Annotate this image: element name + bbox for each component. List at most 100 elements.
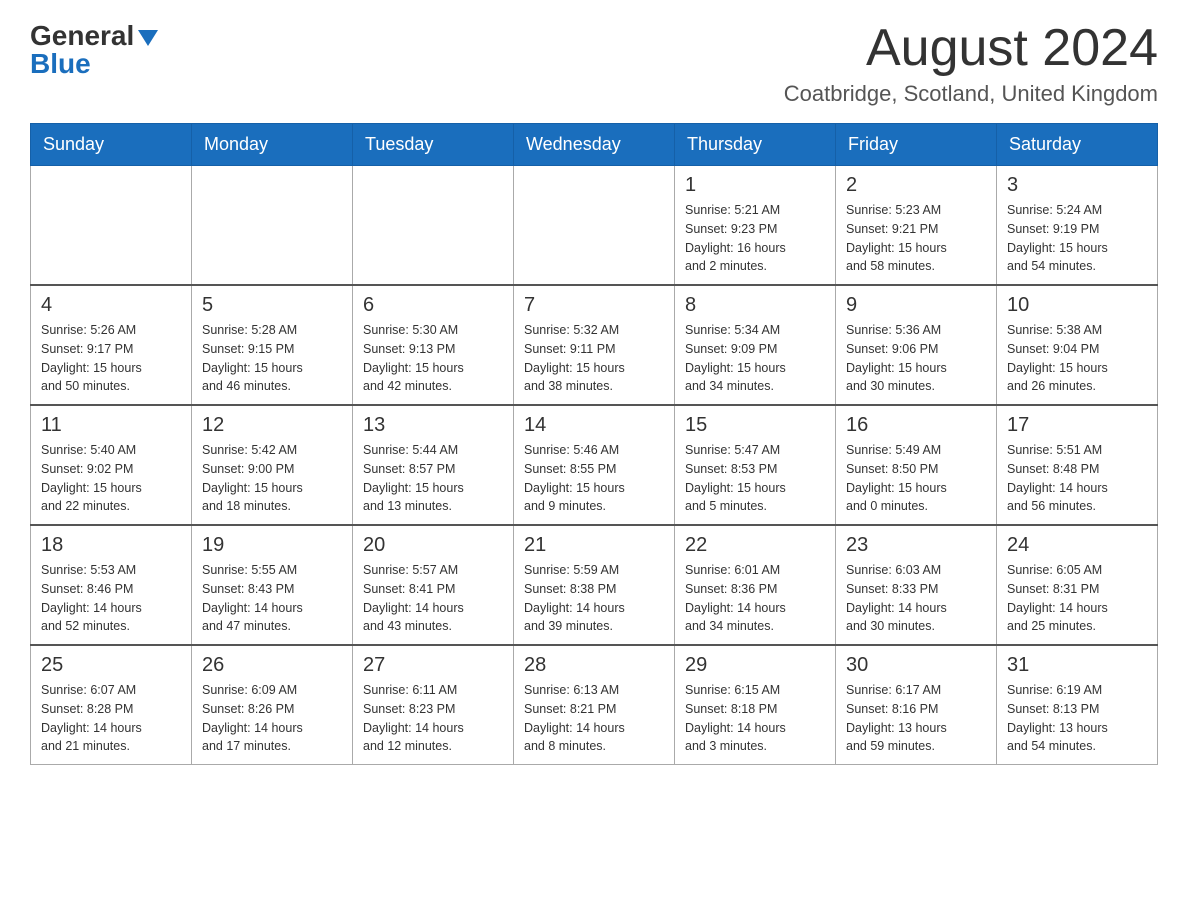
weekday-header-row: SundayMondayTuesdayWednesdayThursdayFrid… [31, 124, 1158, 166]
day-number: 20 [363, 534, 503, 557]
day-number: 13 [363, 414, 503, 437]
calendar-cell: 27 Sunrise: 6:11 AM Sunset: 8:23 PM Dayli… [353, 645, 514, 765]
calendar-cell: 9Sunrise: 5:36 AM Sunset: 9:06 PM Daylig… [836, 285, 997, 405]
day-info: Sunrise: 5:38 AM Sunset: 9:04 PM Dayligh… [1007, 321, 1147, 396]
weekday-header-monday: Monday [192, 124, 353, 166]
day-number: 6 [363, 294, 503, 317]
day-info: Sunrise: 6:15 AM Sunset: 8:18 PM Dayligh… [685, 681, 825, 756]
day-info: Sunrise: 5:59 AM Sunset: 8:38 PM Dayligh… [524, 561, 664, 636]
day-info: Sunrise: 6:09 AM Sunset: 8:26 PM Dayligh… [202, 681, 342, 756]
day-number: 21 [524, 534, 664, 557]
day-info: Sunrise: 5:28 AM Sunset: 9:15 PM Dayligh… [202, 321, 342, 396]
day-info: Sunrise: 5:26 AM Sunset: 9:17 PM Dayligh… [41, 321, 181, 396]
day-info: Sunrise: 5:32 AM Sunset: 9:11 PM Dayligh… [524, 321, 664, 396]
day-info: Sunrise: 5:47 AM Sunset: 8:53 PM Dayligh… [685, 441, 825, 516]
calendar-table: SundayMondayTuesdayWednesdayThursdayFrid… [30, 123, 1158, 765]
day-number: 27 [363, 654, 503, 677]
week-row-5: 25Sunrise: 6:07 AM Sunset: 8:28 PM Dayli… [31, 645, 1158, 765]
day-number: 18 [41, 534, 181, 557]
day-number: 16 [846, 414, 986, 437]
calendar-cell: 1 Sunrise: 5:21 AM Sunset: 9:23 PM Daylig… [675, 166, 836, 286]
calendar-cell: 24 Sunrise: 6:05 AM Sunset: 8:31 PM Dayli… [997, 525, 1158, 645]
day-number: 2 [846, 174, 986, 197]
day-info: Sunrise: 5:53 AM Sunset: 8:46 PM Dayligh… [41, 561, 181, 636]
logo-blue-text: Blue [30, 48, 158, 80]
day-number: 29 [685, 654, 825, 677]
calendar-cell: 6 Sunrise: 5:30 AM Sunset: 9:13 PM Daylig… [353, 285, 514, 405]
day-number: 23 [846, 534, 986, 557]
day-number: 11 [41, 414, 181, 437]
day-info: Sunrise: 6:05 AM Sunset: 8:31 PM Dayligh… [1007, 561, 1147, 636]
day-number: 28 [524, 654, 664, 677]
day-number: 4 [41, 294, 181, 317]
calendar-cell: 19 Sunrise: 5:55 AM Sunset: 8:43 PM Dayli… [192, 525, 353, 645]
day-info: Sunrise: 5:51 AM Sunset: 8:48 PM Dayligh… [1007, 441, 1147, 516]
calendar-cell: 5 Sunrise: 5:28 AM Sunset: 9:15 PM Daylig… [192, 285, 353, 405]
week-row-4: 18 Sunrise: 5:53 AM Sunset: 8:46 PM Dayli… [31, 525, 1158, 645]
day-info: Sunrise: 5:44 AM Sunset: 8:57 PM Dayligh… [363, 441, 503, 516]
calendar-cell [353, 166, 514, 286]
day-number: 5 [202, 294, 342, 317]
weekday-header-wednesday: Wednesday [514, 124, 675, 166]
calendar-cell [31, 166, 192, 286]
calendar-cell: 3 Sunrise: 5:24 AM Sunset: 9:19 PM Daylig… [997, 166, 1158, 286]
header: General Blue August 2024 Coatbridge, Sco… [30, 20, 1158, 107]
day-info: Sunrise: 5:49 AM Sunset: 8:50 PM Dayligh… [846, 441, 986, 516]
location-title: Coatbridge, Scotland, United Kingdom [784, 81, 1158, 107]
day-info: Sunrise: 6:17 AM Sunset: 8:16 PM Dayligh… [846, 681, 986, 756]
calendar-cell: 8 Sunrise: 5:34 AM Sunset: 9:09 PM Daylig… [675, 285, 836, 405]
calendar-cell: 22Sunrise: 6:01 AM Sunset: 8:36 PM Dayli… [675, 525, 836, 645]
day-number: 3 [1007, 174, 1147, 197]
day-info: Sunrise: 5:24 AM Sunset: 9:19 PM Dayligh… [1007, 201, 1147, 276]
calendar-cell: 4 Sunrise: 5:26 AM Sunset: 9:17 PM Daylig… [31, 285, 192, 405]
weekday-header-saturday: Saturday [997, 124, 1158, 166]
day-number: 14 [524, 414, 664, 437]
day-info: Sunrise: 5:57 AM Sunset: 8:41 PM Dayligh… [363, 561, 503, 636]
calendar-cell: 30 Sunrise: 6:17 AM Sunset: 8:16 PM Dayli… [836, 645, 997, 765]
calendar-cell: 21 Sunrise: 5:59 AM Sunset: 8:38 PM Dayli… [514, 525, 675, 645]
calendar-cell: 29 Sunrise: 6:15 AM Sunset: 8:18 PM Dayli… [675, 645, 836, 765]
day-info: Sunrise: 5:23 AM Sunset: 9:21 PM Dayligh… [846, 201, 986, 276]
week-row-3: 11 Sunrise: 5:40 AM Sunset: 9:02 PM Dayli… [31, 405, 1158, 525]
calendar-cell: 20 Sunrise: 5:57 AM Sunset: 8:41 PM Dayli… [353, 525, 514, 645]
day-number: 17 [1007, 414, 1147, 437]
day-info: Sunrise: 5:42 AM Sunset: 9:00 PM Dayligh… [202, 441, 342, 516]
day-info: Sunrise: 5:40 AM Sunset: 9:02 PM Dayligh… [41, 441, 181, 516]
logo-triangle-icon [138, 30, 158, 46]
day-number: 8 [685, 294, 825, 317]
logo: General Blue [30, 20, 158, 80]
calendar-cell [514, 166, 675, 286]
day-number: 7 [524, 294, 664, 317]
calendar-cell: 2 Sunrise: 5:23 AM Sunset: 9:21 PM Daylig… [836, 166, 997, 286]
day-info: Sunrise: 5:30 AM Sunset: 9:13 PM Dayligh… [363, 321, 503, 396]
day-info: Sunrise: 6:01 AM Sunset: 8:36 PM Dayligh… [685, 561, 825, 636]
calendar-cell: 15 Sunrise: 5:47 AM Sunset: 8:53 PM Dayli… [675, 405, 836, 525]
calendar-cell: 10Sunrise: 5:38 AM Sunset: 9:04 PM Dayli… [997, 285, 1158, 405]
day-number: 15 [685, 414, 825, 437]
day-info: Sunrise: 6:03 AM Sunset: 8:33 PM Dayligh… [846, 561, 986, 636]
calendar-cell: 28Sunrise: 6:13 AM Sunset: 8:21 PM Dayli… [514, 645, 675, 765]
calendar-cell: 11 Sunrise: 5:40 AM Sunset: 9:02 PM Dayli… [31, 405, 192, 525]
day-info: Sunrise: 5:34 AM Sunset: 9:09 PM Dayligh… [685, 321, 825, 396]
calendar-cell: 12Sunrise: 5:42 AM Sunset: 9:00 PM Dayli… [192, 405, 353, 525]
calendar-cell: 25Sunrise: 6:07 AM Sunset: 8:28 PM Dayli… [31, 645, 192, 765]
day-number: 25 [41, 654, 181, 677]
week-row-2: 4 Sunrise: 5:26 AM Sunset: 9:17 PM Daylig… [31, 285, 1158, 405]
day-info: Sunrise: 6:11 AM Sunset: 8:23 PM Dayligh… [363, 681, 503, 756]
calendar-cell: 13 Sunrise: 5:44 AM Sunset: 8:57 PM Dayli… [353, 405, 514, 525]
day-number: 26 [202, 654, 342, 677]
day-info: Sunrise: 5:55 AM Sunset: 8:43 PM Dayligh… [202, 561, 342, 636]
day-info: Sunrise: 5:21 AM Sunset: 9:23 PM Dayligh… [685, 201, 825, 276]
weekday-header-sunday: Sunday [31, 124, 192, 166]
weekday-header-thursday: Thursday [675, 124, 836, 166]
week-row-1: 1 Sunrise: 5:21 AM Sunset: 9:23 PM Daylig… [31, 166, 1158, 286]
day-number: 9 [846, 294, 986, 317]
day-number: 19 [202, 534, 342, 557]
calendar-cell: 16 Sunrise: 5:49 AM Sunset: 8:50 PM Dayli… [836, 405, 997, 525]
calendar-cell: 7 Sunrise: 5:32 AM Sunset: 9:11 PM Daylig… [514, 285, 675, 405]
day-number: 24 [1007, 534, 1147, 557]
day-number: 30 [846, 654, 986, 677]
month-title: August 2024 [784, 20, 1158, 77]
calendar-cell: 14Sunrise: 5:46 AM Sunset: 8:55 PM Dayli… [514, 405, 675, 525]
day-number: 1 [685, 174, 825, 197]
